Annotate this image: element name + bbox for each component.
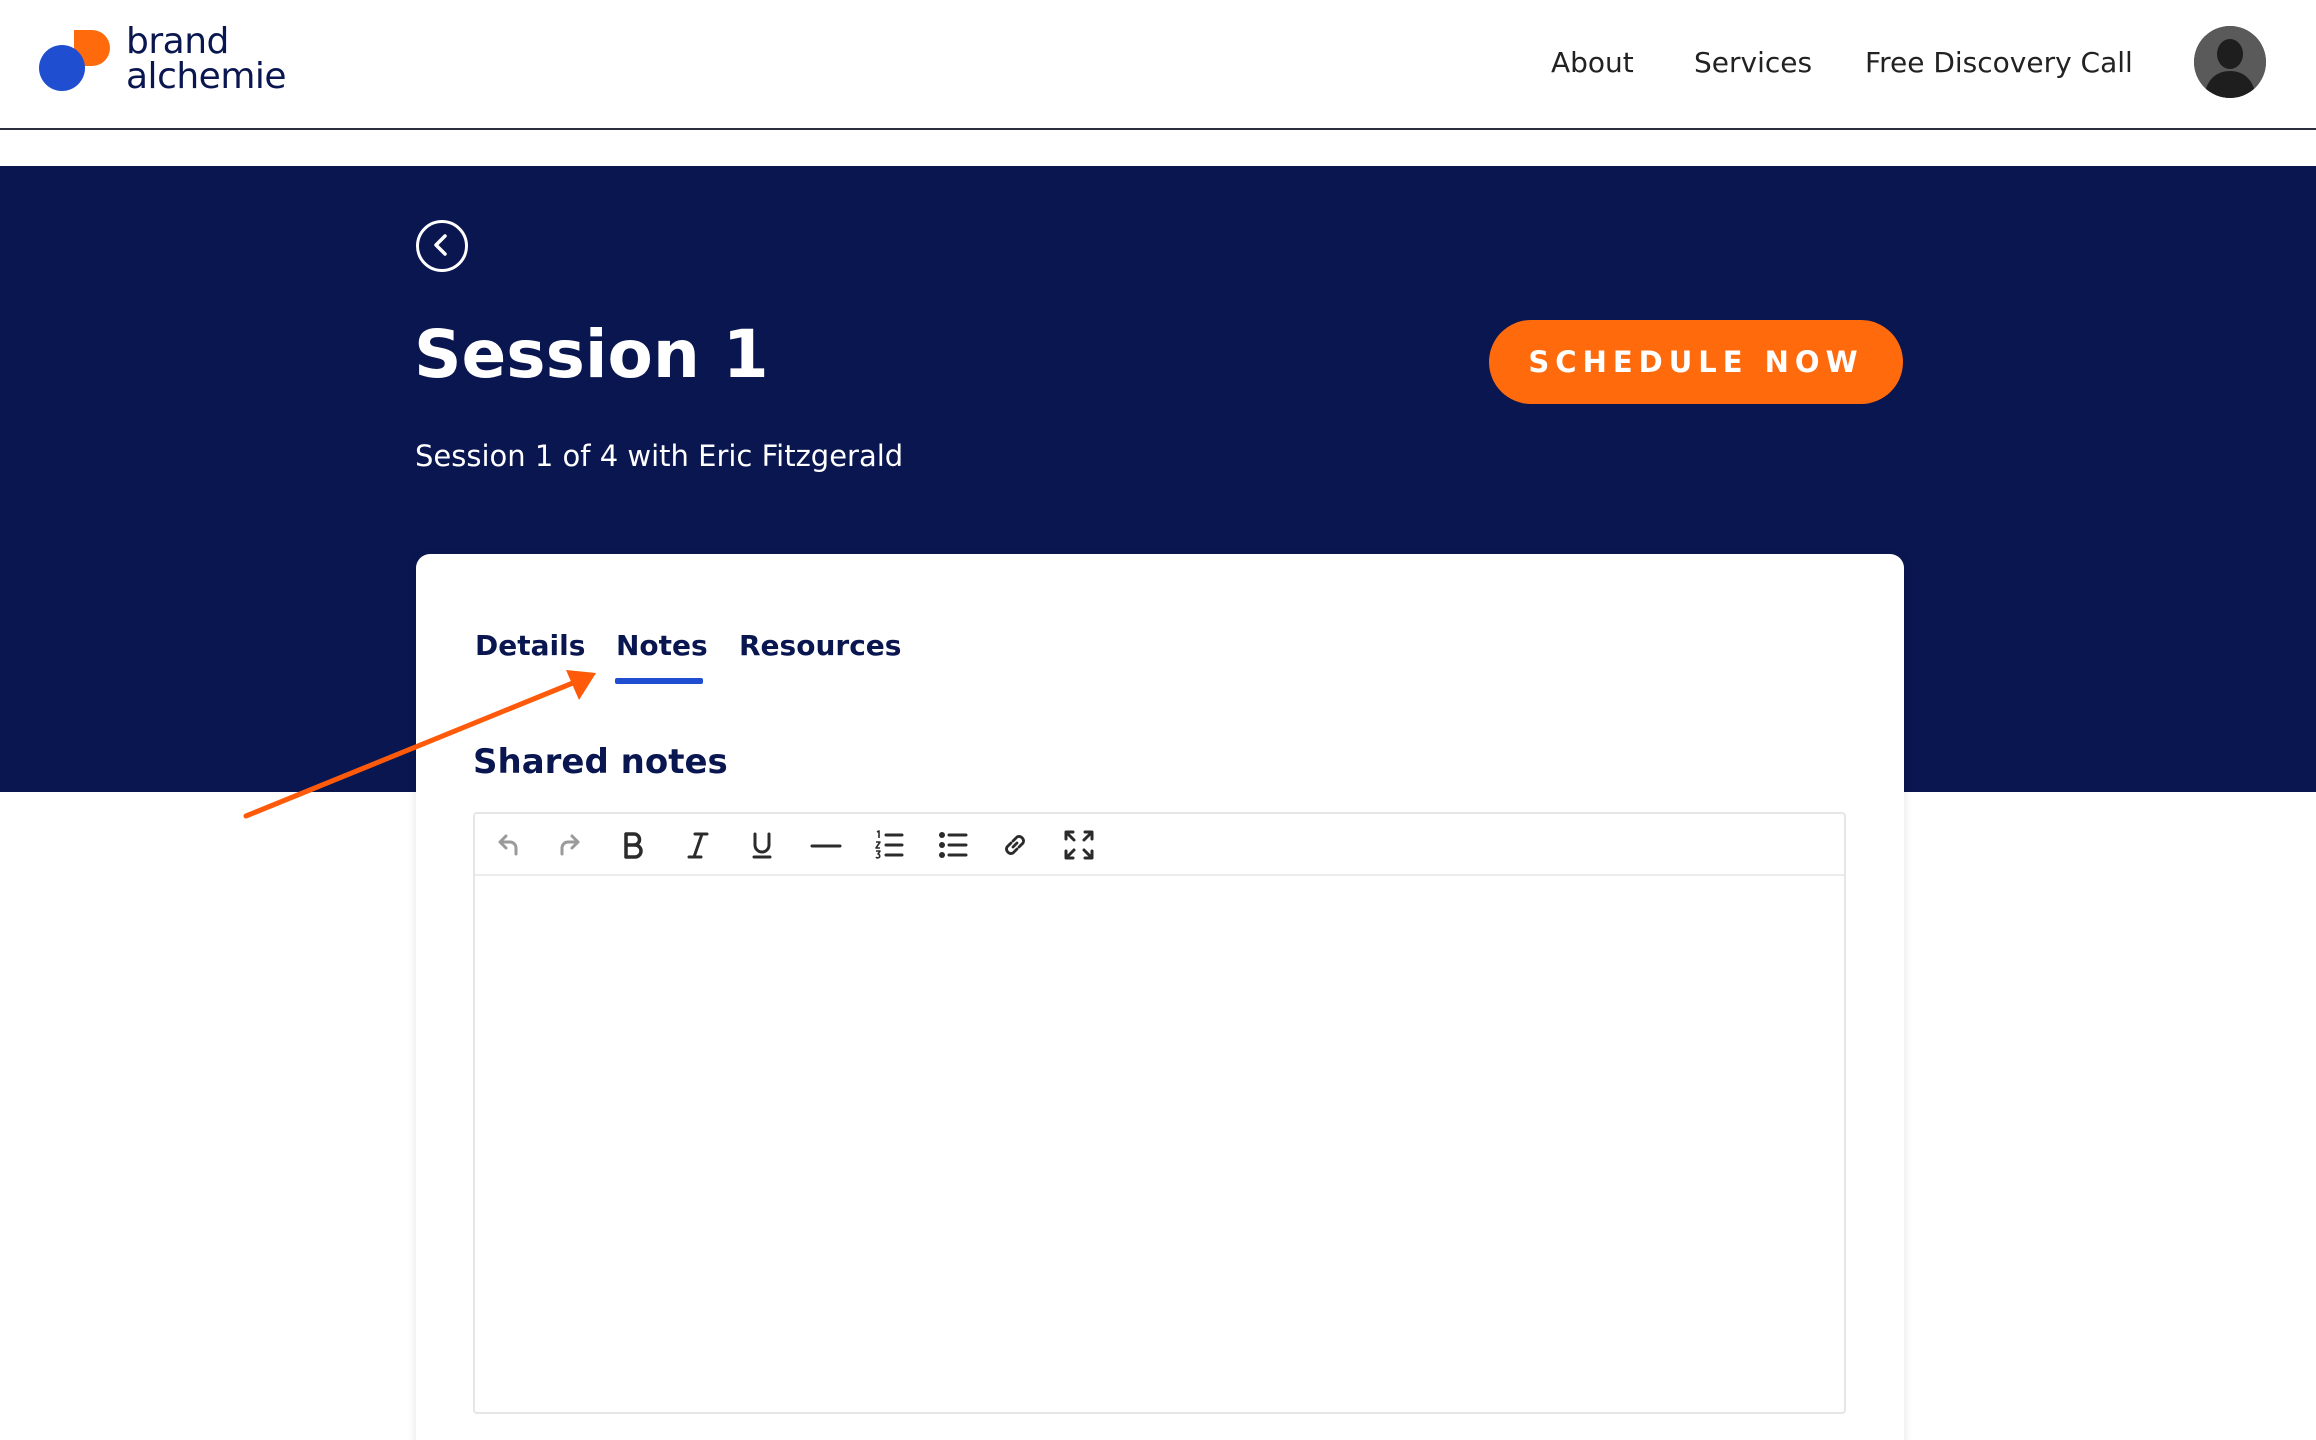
fullscreen-icon [1064,830,1094,860]
user-silhouette-icon [2194,26,2266,98]
page-title: Session 1 [414,316,769,393]
active-tab-indicator [615,678,703,684]
tab-notes[interactable]: Notes [616,626,708,666]
annotation-arrow-icon [243,670,596,819]
tab-details[interactable]: Details [475,626,585,666]
undo-button[interactable] [489,826,527,864]
redo-icon [560,834,580,856]
numbered-list-button[interactable] [871,826,909,864]
nav-link-services[interactable]: Services [1694,40,1812,86]
user-avatar[interactable] [2194,26,2266,98]
nav-link-about[interactable]: About [1551,40,1634,86]
logo-line-2: alchemie [126,56,287,97]
horizontal-rule-icon [810,844,842,848]
shared-notes-editor [473,812,1846,1414]
schedule-now-button[interactable]: SCHEDULE NOW [1489,320,1903,404]
link-icon [1005,835,1025,855]
fullscreen-button[interactable] [1060,826,1098,864]
back-button[interactable] [416,220,468,272]
notes-text-area[interactable] [475,876,1844,1412]
undo-icon [498,834,518,856]
nav-link-free-discovery-call[interactable]: Free Discovery Call [1865,40,2133,86]
link-button[interactable] [996,826,1034,864]
horizontal-rule-button[interactable] [807,826,845,864]
tab-resources[interactable]: Resources [739,626,901,666]
italic-icon [687,832,709,859]
underline-button[interactable] [743,826,781,864]
logo-line-1: brand [126,21,229,62]
logo-wordmark: brand alchemie [126,21,287,97]
logo-mark-icon [39,30,110,91]
underline-icon [752,832,772,859]
redo-button[interactable] [551,826,589,864]
chevron-left-icon [434,234,447,256]
italic-button[interactable] [679,826,717,864]
bold-button[interactable] [614,826,652,864]
editor-toolbar [475,814,1844,876]
bold-icon [624,832,643,859]
brand-logo[interactable]: brand alchemie [36,24,296,100]
session-subtitle: Session 1 of 4 with Eric Fitzgerald [415,439,904,473]
top-navigation-bar: brand alchemie About Services Free Disco… [0,0,2316,130]
bulleted-list-button[interactable] [934,826,972,864]
bulleted-list-icon [939,832,968,858]
numbered-list-icon [875,830,904,859]
